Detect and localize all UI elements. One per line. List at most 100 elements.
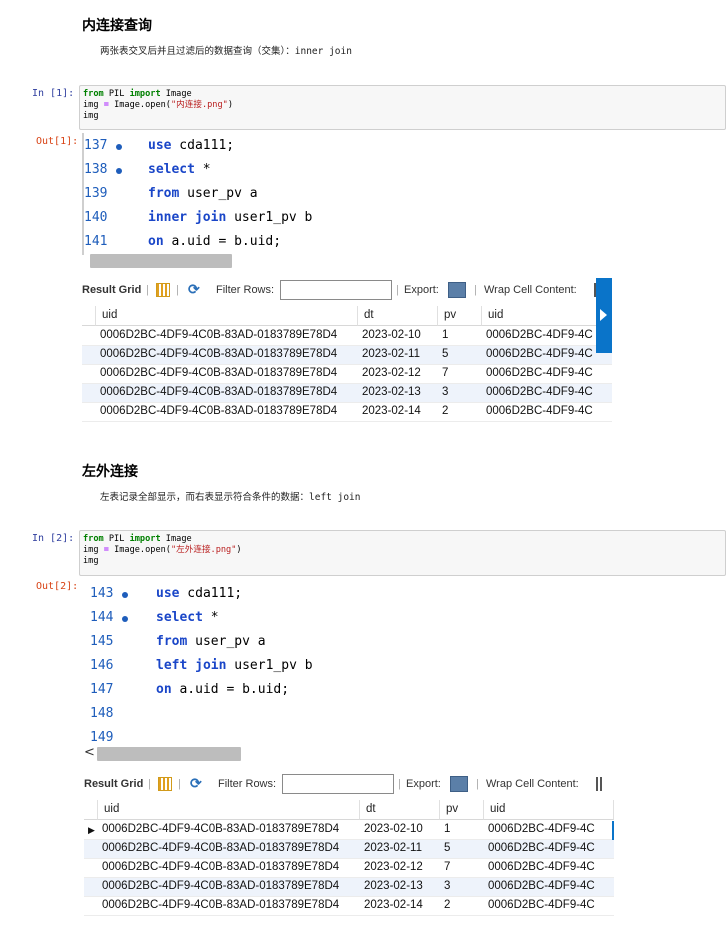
horizontal-scrollbar-thumb[interactable] [90, 254, 232, 268]
table-cell[interactable]: 1 [438, 327, 482, 346]
table-cell[interactable]: 5 [438, 346, 482, 365]
toolbar-separator: | [148, 778, 151, 790]
export-icon[interactable] [450, 776, 468, 792]
table-cell[interactable]: 0006D2BC-4DF9-4C [482, 384, 612, 403]
result-grid-2: Result Grid | | ⟳ Filter Rows: | Export: | Wrap … [84, 772, 614, 928]
line-number: 143 [90, 586, 114, 601]
column-header-dt[interactable]: dt [360, 800, 440, 820]
export-icon[interactable] [448, 282, 466, 298]
table-cell[interactable]: 0006D2BC-4DF9-4C0B-83AD-0183789E78D4 [96, 384, 358, 403]
toolbar-separator: | [398, 778, 401, 790]
code-cell-1[interactable]: from PIL import Image img = Image.open("… [79, 85, 726, 130]
table-cell[interactable]: 2 [440, 897, 484, 916]
code-line: img [83, 111, 99, 121]
table-cell[interactable]: 2023-02-10 [358, 327, 438, 346]
grid-icon[interactable] [158, 777, 172, 791]
table-cell[interactable]: 0006D2BC-4DF9-4C [484, 897, 614, 916]
table-cell[interactable]: 0006D2BC-4DF9-4C [484, 878, 614, 897]
column-header-uid-b[interactable]: uid [482, 306, 612, 326]
table-cell[interactable]: 5 [440, 840, 484, 859]
table-cell[interactable]: 0006D2BC-4DF9-4C [484, 821, 614, 840]
toolbar-separator: | [474, 284, 477, 296]
table-cell[interactable]: 0006D2BC-4DF9-4C0B-83AD-0183789E78D4 [96, 403, 358, 422]
column-header-uid-b[interactable]: uid [484, 800, 614, 820]
sql-code-line: from user_pv a [148, 186, 258, 201]
table-cell[interactable]: 0006D2BC-4DF9-4C0B-83AD-0183789E78D4 [98, 821, 360, 840]
section-description-left-join: 左表记录全部显示，而右表显示符合条件的数据：left join [100, 492, 361, 503]
toolbar-separator: | [178, 778, 181, 790]
scroll-left-arrow-icon[interactable]: < [84, 745, 95, 760]
refresh-icon[interactable]: ⟳ [190, 775, 202, 792]
table-cell[interactable]: 7 [438, 365, 482, 384]
grid-icon[interactable] [156, 283, 170, 297]
table-cell[interactable]: 0006D2BC-4DF9-4C [482, 403, 612, 422]
column-header-pv[interactable]: pv [440, 800, 484, 820]
table-cell[interactable]: 0006D2BC-4DF9-4C0B-83AD-0183789E78D4 [98, 878, 360, 897]
table-cell[interactable]: 2023-02-12 [360, 859, 440, 878]
table-cell[interactable]: 2023-02-11 [360, 840, 440, 859]
chevron-right-icon [600, 309, 607, 321]
line-number: 141 [84, 234, 108, 249]
code-line: img = Image.open("左外连接.png") [83, 545, 242, 555]
result-grid-tab[interactable]: Result Grid [84, 778, 143, 790]
toolbar-separator: | [396, 284, 399, 296]
sql-code-line: on a.uid = b.uid; [156, 682, 290, 697]
table-cell[interactable]: 0006D2BC-4DF9-4C0B-83AD-0183789E78D4 [98, 859, 360, 878]
refresh-icon[interactable]: ⟳ [188, 281, 200, 298]
sql-code-line: from user_pv a [156, 634, 266, 649]
sql-code-line: use cda111; [148, 138, 235, 153]
line-number: 140 [84, 210, 108, 225]
line-number: 146 [90, 658, 114, 673]
side-panel-tab[interactable] [596, 278, 612, 353]
table-cell[interactable]: 1 [440, 821, 484, 840]
table-cell[interactable]: 0006D2BC-4DF9-4C0B-83AD-0183789E78D4 [96, 365, 358, 384]
table-cell[interactable]: 3 [438, 384, 482, 403]
column-header-uid[interactable]: uid [96, 306, 358, 326]
column-header-dt[interactable]: dt [358, 306, 438, 326]
breakpoint-dot-icon [122, 616, 128, 622]
table-cell[interactable]: 2023-02-14 [358, 403, 438, 422]
table-cell[interactable]: 2023-02-10 [360, 821, 440, 840]
row-header-corner [84, 800, 98, 820]
section-description-inner-join: 两张表交叉后并且过滤后的数据查询（交集）：inner join [100, 46, 352, 57]
line-number: 145 [90, 634, 114, 649]
sql-code-line: select * [156, 610, 219, 625]
sql-editor-2: 143 use cda111; 144 select * 145 from user_pv… [82, 580, 614, 746]
table-cell[interactable]: 2023-02-12 [358, 365, 438, 384]
table-cell[interactable]: 2023-02-14 [360, 897, 440, 916]
code-cell-2[interactable]: from PIL import Image img = Image.open("… [79, 530, 726, 576]
filter-rows-input[interactable] [280, 280, 392, 300]
result-grid-tab[interactable]: Result Grid [82, 284, 141, 296]
table-cell[interactable]: 0006D2BC-4DF9-4C0B-83AD-0183789E78D4 [98, 897, 360, 916]
horizontal-scrollbar-thumb[interactable] [97, 747, 241, 761]
toolbar-separator: | [476, 778, 479, 790]
column-header-pv[interactable]: pv [438, 306, 482, 326]
toolbar-separator: | [176, 284, 179, 296]
table-cell[interactable]: 3 [440, 878, 484, 897]
in-prompt-1: In [1]: [32, 88, 75, 99]
table-cell[interactable]: 0006D2BC-4DF9-4C [484, 859, 614, 878]
sql-code-line: select * [148, 162, 211, 177]
table-cell[interactable]: 0006D2BC-4DF9-4C0B-83AD-0183789E78D4 [96, 327, 358, 346]
column-header-uid[interactable]: uid [98, 800, 360, 820]
current-row-pointer-icon: ▶ [88, 825, 95, 835]
section-heading-inner-join: 内连接查询 [82, 18, 152, 34]
table-cell[interactable]: 0006D2BC-4DF9-4C0B-83AD-0183789E78D4 [96, 346, 358, 365]
line-number: 144 [90, 610, 114, 625]
table-cell[interactable]: 0006D2BC-4DF9-4C [484, 840, 614, 859]
filter-rows-input[interactable] [282, 774, 394, 794]
table-cell[interactable]: 0006D2BC-4DF9-4C [482, 346, 612, 365]
out-prompt-1: Out[1]: [36, 136, 79, 147]
table-cell[interactable]: 2023-02-13 [358, 384, 438, 403]
sql-editor-1: 137 use cda111; 138 select * 139 from user_pv… [82, 133, 614, 255]
table-cell[interactable]: 0006D2BC-4DF9-4C [482, 327, 612, 346]
table-cell[interactable]: 2023-02-13 [360, 878, 440, 897]
table-cell[interactable]: 2023-02-11 [358, 346, 438, 365]
toolbar-separator: | [146, 284, 149, 296]
wrap-cell-content-label: Wrap Cell Content: [484, 284, 577, 296]
table-cell[interactable]: 2 [438, 403, 482, 422]
table-cell[interactable]: 0006D2BC-4DF9-4C [482, 365, 612, 384]
table-cell[interactable]: 0006D2BC-4DF9-4C0B-83AD-0183789E78D4 [98, 840, 360, 859]
table-cell[interactable]: 7 [440, 859, 484, 878]
wrap-toggle-icon[interactable] [596, 777, 602, 791]
